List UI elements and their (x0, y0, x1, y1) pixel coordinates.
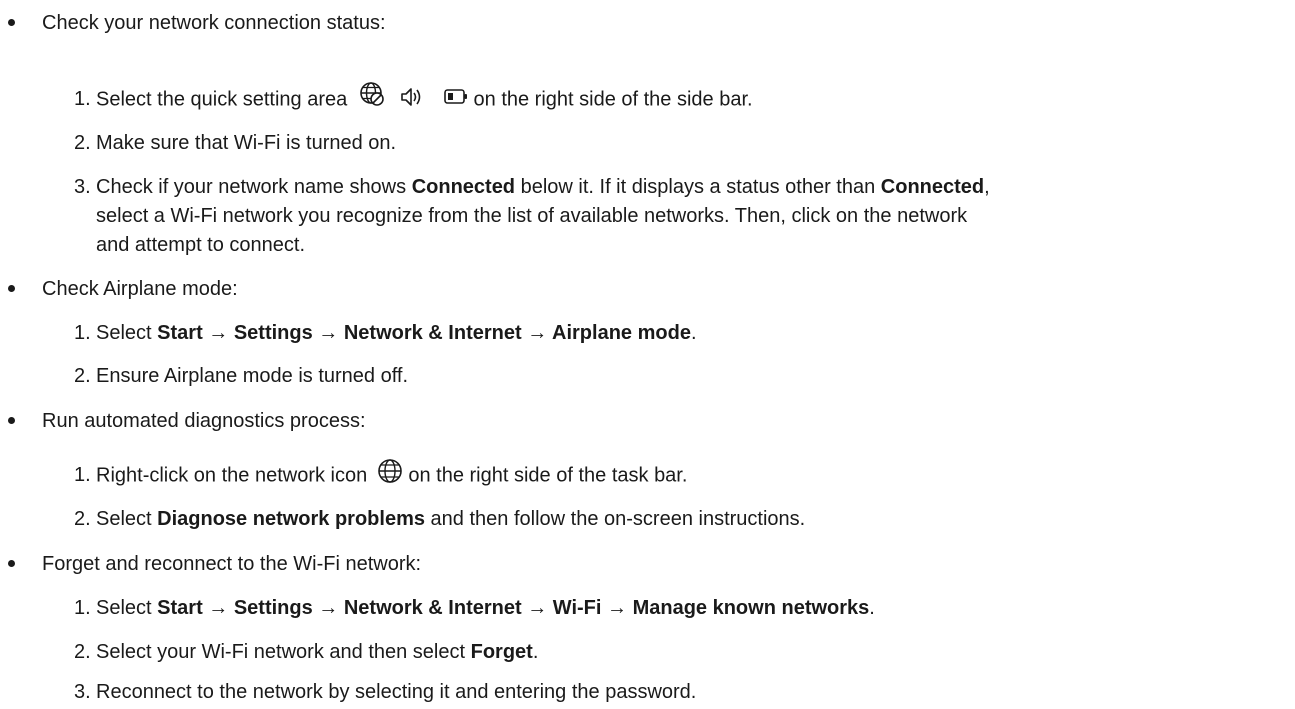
diagnose-option: Diagnose network problems (157, 508, 425, 530)
step-text-part: Select (96, 508, 158, 530)
settings-path: Start → Settings → Network & Internet → … (157, 322, 691, 344)
step-number: 1. (74, 597, 91, 619)
step-number: 1. (74, 464, 91, 486)
step-number: 2. (74, 641, 91, 663)
bullet-4 (8, 560, 15, 567)
step-text-continued: select a Wi-Fi network you recognize fro… (96, 205, 968, 227)
step-text: Select Start → Settings → Network & Inte… (96, 321, 697, 345)
globe-icon (377, 458, 403, 484)
section-heading-1: Check your network connection status: (42, 12, 386, 34)
step-text-part: Right-click on the network icon (96, 464, 368, 487)
step-text: Right-click on the network icon on the r… (96, 459, 688, 489)
step-number: 1. (74, 322, 91, 344)
step-text: Select Diagnose network problems and the… (96, 507, 805, 531)
step-number: 2. (74, 508, 91, 530)
section-heading-3: Run automated diagnostics process: (42, 410, 366, 432)
step-text: Select Start → Settings → Network & Inte… (96, 596, 875, 620)
bullet-1 (8, 19, 15, 26)
settings-path: Start → Settings → Network & Internet → … (157, 597, 870, 619)
step-number: 2. (74, 132, 91, 154)
status-connected: Connected (411, 176, 516, 198)
bullet-2 (8, 285, 15, 292)
step-number: 3. (74, 681, 91, 703)
step-text-continued: and attempt to connect. (96, 234, 306, 256)
step-text-part: Select the quick setting area (96, 88, 348, 111)
step-text: Select your Wi-Fi network and then selec… (96, 640, 538, 664)
section-heading-2: Check Airplane mode: (42, 278, 238, 300)
step-text-part: Select your Wi-Fi network and then selec… (96, 641, 471, 663)
step-text: Check if your network name shows Connect… (96, 175, 990, 199)
step-text: Select the quick setting area on the rig… (96, 82, 753, 113)
step-text: Ensure Airplane mode is turned off. (96, 365, 409, 387)
step-text-part: below it. If it displays a status other … (515, 176, 881, 198)
step-text-part: . (869, 597, 875, 619)
step-text-part: Check if your network name shows (96, 176, 412, 198)
step-text-part: . (690, 322, 697, 344)
step-number: 3. (74, 176, 91, 198)
step-text-part: on the right side of the task bar. (408, 464, 688, 487)
step-text-part: on the right side of the side bar. (473, 88, 753, 111)
step-text-part: , (984, 176, 990, 198)
step-text: Make sure that Wi-Fi is turned on. (96, 132, 397, 154)
section-heading-4: Forget and reconnect to the Wi-Fi networ… (42, 553, 422, 575)
step-text-part: Select (96, 597, 158, 619)
step-number: 2. (74, 365, 91, 387)
battery-icon (444, 88, 468, 106)
forget-option: Forget (470, 641, 533, 663)
step-text-part: Select (96, 322, 158, 344)
step-text-part: and then follow the on-screen instructio… (425, 508, 806, 530)
step-text-part: . (532, 641, 539, 663)
globe-blocked-icon (359, 81, 385, 107)
status-connected: Connected (880, 176, 985, 198)
bullet-3 (8, 417, 15, 424)
speaker-icon (400, 86, 426, 108)
step-number: 1. (74, 88, 91, 110)
step-text: Reconnect to the network by selecting it… (96, 681, 697, 703)
